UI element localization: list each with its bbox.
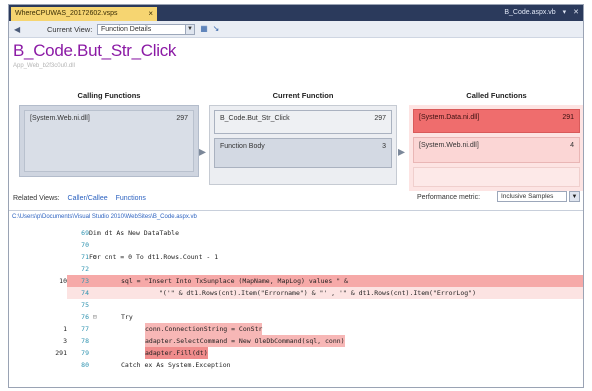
line-number: 78 [81, 337, 89, 345]
line-sample-count: 10 [59, 277, 67, 285]
close-icon[interactable]: × [148, 9, 153, 18]
function-samples: 3 [382, 143, 386, 150]
current-view-value: Function Details [101, 26, 152, 33]
line-sample-count: 1 [63, 325, 67, 333]
export-icon[interactable]: ▦ [199, 24, 209, 34]
function-body-item[interactable]: Function Body 3 [214, 138, 392, 168]
caller-callee-link[interactable]: Caller/Callee [68, 195, 108, 202]
code-text: For cnt = 0 To dt1.Rows.Count - 1 [89, 253, 219, 261]
file-path-link[interactable]: C:\Users\p\Documents\Visual Studio 2010\… [12, 214, 197, 220]
line-number: 80 [81, 361, 89, 369]
line-sample-count: 3 [63, 337, 67, 345]
settings-icon[interactable]: ↘ [211, 24, 221, 34]
code-line[interactable]: 80 Catch ex As System.Exception [9, 359, 583, 371]
code-line[interactable]: 10 73 sql = "Insert Into TxSunplace (MapNa… [9, 275, 583, 287]
function-name: [System.Web.ni.dll] [30, 115, 90, 122]
code-text: adapter.SelectCommand = New OleDbCommand… [145, 335, 345, 347]
function-details-panels: Calling Functions Current Function Calle… [9, 85, 583, 193]
code-line[interactable]: 69 Dim dt As New DataTable [9, 227, 583, 239]
called-function-item[interactable] [413, 167, 580, 187]
called-function-item[interactable]: [System.Web.ni.dll] 4 [413, 137, 580, 163]
line-number: 72 [81, 265, 89, 273]
current-function-item[interactable]: B_Code.But_Str_Click 297 [214, 110, 392, 134]
right-tab-area: B_Code.aspx.vb ▾ ✕ [504, 8, 579, 16]
function-module: App_Web_b2f3c0u0.dll [13, 63, 75, 69]
related-views-label: Related Views: [13, 195, 60, 202]
line-number: 76 [81, 313, 89, 321]
close-window-icon[interactable]: ✕ [573, 9, 579, 16]
current-function-header: Current Function [272, 91, 334, 100]
function-name: [System.Web.ni.dll] [419, 142, 479, 149]
tab-vsps-report[interactable]: WhereCPUWAS_20172602.vsps × [11, 7, 157, 21]
code-text: sql = "Insert Into TxSunplace (MapName, … [121, 277, 348, 285]
arrow-right-icon: ▸ [199, 143, 207, 159]
calling-functions-header: Calling Functions [77, 91, 141, 100]
functions-link[interactable]: Functions [116, 195, 146, 202]
source-code-view: C:\Users\p\Documents\Visual Studio 2010\… [9, 210, 583, 387]
code-text: Dim dt As New DataTable [89, 229, 180, 237]
code-line[interactable]: 70 [9, 239, 583, 251]
line-number: 77 [81, 325, 89, 333]
code-line[interactable]: 72 [9, 263, 583, 275]
tab-title: WhereCPUWAS_20172602.vsps [15, 10, 118, 17]
arrow-right-icon: ▸ [398, 143, 406, 159]
code-line[interactable]: 291 79 adapter.Fill(dt) [9, 347, 583, 359]
current-view-label: Current View: [47, 25, 93, 34]
function-samples: 4 [570, 142, 574, 149]
line-sample-count: 291 [55, 349, 67, 357]
code-text: Catch ex As System.Exception [121, 361, 231, 369]
code-line[interactable]: 1 77 conn.ConnectionString = ConStr [9, 323, 583, 335]
line-number: 70 [81, 241, 89, 249]
function-name: [System.Data.ni.dll] [419, 114, 480, 121]
line-number: 74 [81, 289, 89, 297]
code-text: Try [121, 313, 133, 321]
performance-metric-label: Performance metric: [417, 194, 481, 201]
function-samples: 297 [374, 115, 386, 122]
function-title: B_Code.But_Str_Click [13, 41, 177, 60]
current-view-select[interactable]: Function Details ▼ [97, 24, 195, 35]
calling-function-item[interactable]: [System.Web.ni.dll] 297 [24, 110, 194, 172]
related-views: Related Views: Caller/Callee Functions [13, 195, 146, 202]
tab-source-file[interactable]: B_Code.aspx.vb [504, 9, 555, 16]
function-name: Function Body [220, 143, 265, 150]
profiler-window: WhereCPUWAS_20172602.vsps × B_Code.aspx.… [8, 4, 584, 388]
dropdown-icon[interactable]: ▾ [563, 9, 567, 16]
code-text: "('" & dt1.Rows(cnt).Item("Errorname") &… [159, 289, 476, 297]
code-line[interactable]: 76 ⊟ Try [9, 311, 583, 323]
line-number: 73 [81, 277, 89, 285]
called-functions-header: Called Functions [466, 91, 527, 100]
code-text: adapter.Fill(dt) [145, 347, 208, 359]
called-functions-panel: [System.Data.ni.dll] 291 [System.Web.ni.… [409, 105, 583, 191]
code-area[interactable]: 69 Dim dt As New DataTable 70 71 ⊟ For cnt = … [9, 225, 583, 387]
line-number: 71 [81, 253, 89, 261]
code-line[interactable]: 74 "('" & dt1.Rows(cnt).Item("Errorname")… [9, 287, 583, 299]
chevron-down-icon[interactable]: ▼ [569, 191, 580, 202]
back-arrow-icon[interactable]: ◀ [14, 25, 20, 34]
code-text: conn.ConnectionString = ConStr [145, 323, 263, 335]
report-toolbar: ◀ Current View: Function Details ▼ ▦ ↘ [9, 21, 583, 38]
line-number: 75 [81, 301, 89, 309]
line-number: 69 [81, 229, 89, 237]
function-samples: 291 [562, 114, 574, 121]
code-line[interactable]: 71 ⊟ For cnt = 0 To dt1.Rows.Count - 1 [9, 251, 583, 263]
performance-metric-select[interactable]: Inclusive Samples [497, 191, 567, 202]
document-tab-bar: WhereCPUWAS_20172602.vsps × B_Code.aspx.… [9, 5, 583, 21]
fold-icon[interactable]: ⊟ [93, 311, 97, 323]
code-line[interactable]: 3 78 adapter.SelectCommand = New OleDbComm… [9, 335, 583, 347]
code-line[interactable]: 75 [9, 299, 583, 311]
line-number: 79 [81, 349, 89, 357]
function-samples: 297 [176, 115, 188, 122]
function-name: B_Code.But_Str_Click [220, 115, 290, 122]
current-function-panel: B_Code.But_Str_Click 297 Function Body 3 [209, 105, 397, 185]
calling-functions-panel: [System.Web.ni.dll] 297 [19, 105, 199, 177]
chevron-down-icon[interactable]: ▼ [185, 25, 194, 34]
called-function-item[interactable]: [System.Data.ni.dll] 291 [413, 109, 580, 133]
